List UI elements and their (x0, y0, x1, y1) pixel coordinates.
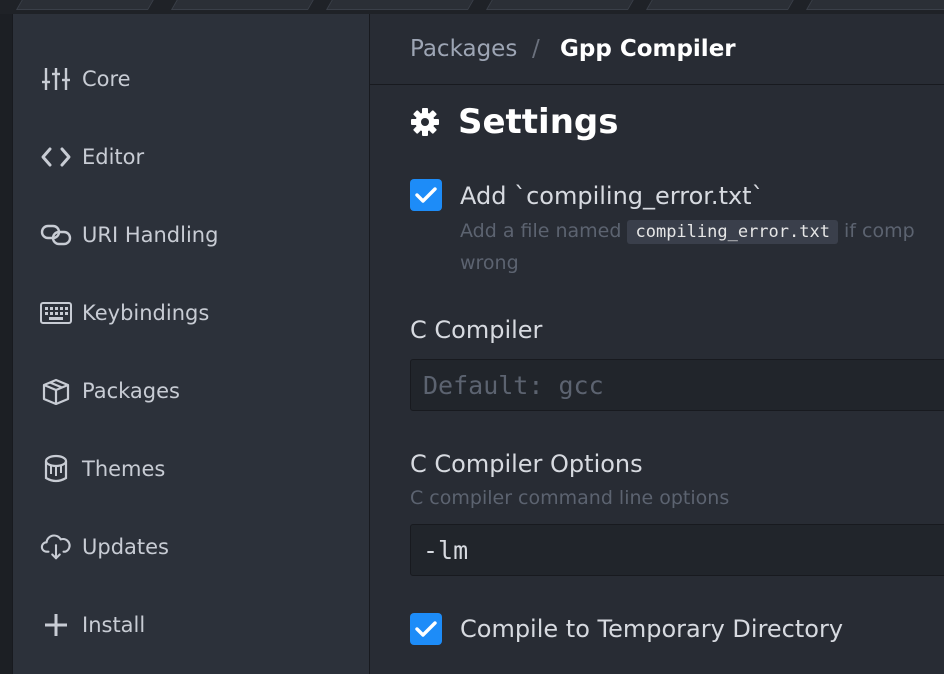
package-icon (40, 375, 72, 407)
gear-icon (410, 107, 440, 137)
c-compiler-options-input[interactable] (410, 524, 944, 576)
add-error-file-label[interactable]: Add `compiling_error.txt` (460, 182, 764, 210)
add-error-file-description-line2: wrong (460, 252, 519, 274)
breadcrumb-packages-link[interactable]: Packages (410, 36, 517, 62)
sidebar-item-keybindings[interactable]: Keybindings (40, 293, 209, 333)
c-compiler-options-label: C Compiler Options (410, 450, 643, 478)
tab[interactable] (645, 0, 797, 10)
description-text: if comp (844, 220, 915, 242)
sidebar-item-label: URI Handling (82, 223, 219, 247)
c-compiler-options-description: C compiler command line options (410, 487, 730, 509)
tab[interactable] (325, 0, 477, 10)
sidebar-item-install[interactable]: Install (40, 605, 145, 645)
tab[interactable] (485, 0, 637, 10)
sidebar-item-updates[interactable]: Updates (40, 527, 169, 567)
tab[interactable] (805, 0, 944, 10)
sidebar-item-label: Install (82, 613, 146, 637)
compile-to-temp-checkbox[interactable] (410, 613, 442, 645)
tab[interactable] (15, 0, 157, 10)
settings-sliders-icon (40, 63, 72, 95)
settings-title: Settings (458, 102, 619, 142)
sidebar-item-label: Packages (82, 379, 180, 403)
sidebar-item-packages[interactable]: Packages (40, 371, 180, 411)
checkmark-icon (415, 187, 437, 203)
breadcrumb-current: Gpp Compiler (560, 36, 736, 62)
filename-code: compiling_error.txt (627, 220, 838, 244)
c-compiler-input[interactable] (410, 359, 944, 411)
settings-section-header: Settings (410, 102, 619, 142)
plus-icon (40, 609, 72, 641)
sidebar-item-label: Editor (82, 145, 145, 169)
link-icon (40, 219, 72, 251)
sidebar-item-label: Themes (82, 457, 166, 481)
sidebar-item-uri-handling[interactable]: URI Handling (40, 215, 218, 255)
compile-to-temp-label[interactable]: Compile to Temporary Directory (460, 615, 843, 643)
dock-edge (0, 14, 13, 674)
settings-sidebar: Core Editor URI Handling Keybindings Pac… (13, 14, 370, 674)
add-error-file-description: Add a file named compiling_error.txt if … (460, 220, 915, 244)
checkmark-icon (415, 621, 437, 637)
sidebar-item-core[interactable]: Core (40, 59, 131, 99)
code-icon (40, 141, 72, 173)
sidebar-item-editor[interactable]: Editor (40, 137, 144, 177)
sidebar-item-label: Keybindings (82, 301, 210, 325)
cloud-download-icon (40, 531, 72, 563)
breadcrumb: Packages / Gpp Compiler (370, 14, 944, 85)
c-compiler-label: C Compiler (410, 316, 543, 344)
sidebar-item-label: Core (82, 67, 131, 91)
add-error-file-checkbox[interactable] (410, 179, 442, 211)
sidebar-item-label: Updates (82, 535, 169, 559)
paintcan-icon (40, 453, 72, 485)
tab-strip (0, 0, 944, 14)
tab[interactable] (170, 0, 317, 10)
settings-panel: Packages / Gpp Compiler Settings Add `co… (370, 14, 944, 674)
sidebar-item-themes[interactable]: Themes (40, 449, 165, 489)
breadcrumb-separator: / (532, 36, 540, 62)
keyboard-icon (40, 297, 72, 329)
description-text: Add a file named (460, 220, 622, 242)
